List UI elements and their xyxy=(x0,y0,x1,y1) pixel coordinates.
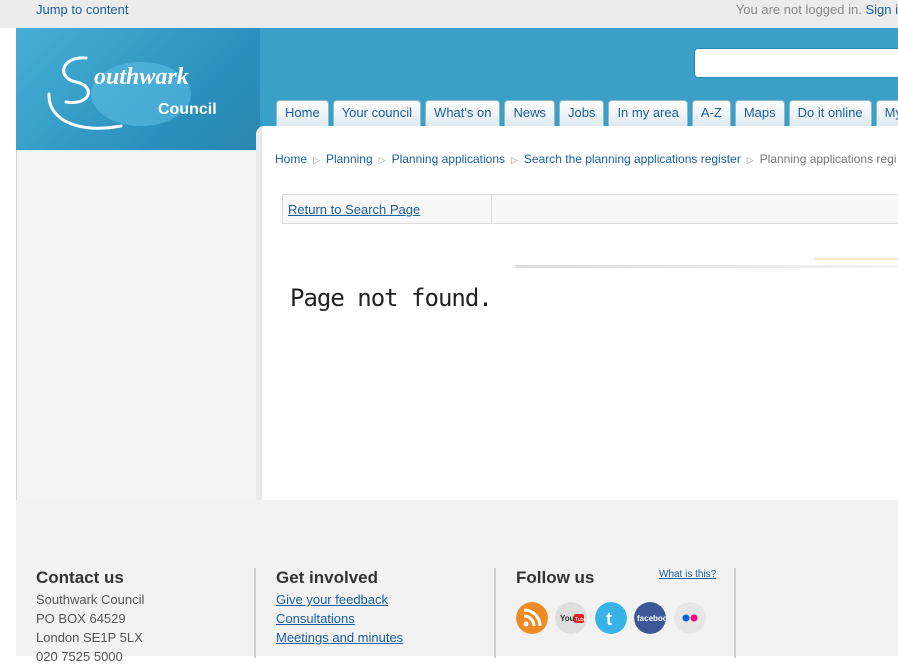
nav-my-account[interactable]: My xyxy=(875,100,898,126)
consultations-link[interactable]: Consultations xyxy=(276,611,486,626)
breadcrumb: Home ▷ Planning ▷ Planning applications ▷ Sear… xyxy=(275,152,896,166)
breadcrumb-separator-icon: ▷ xyxy=(746,155,754,165)
southwark-logo[interactable]: outhwark Council xyxy=(16,28,260,150)
nav-home[interactable]: Home xyxy=(276,100,329,126)
top-bar: Jump to content You are not logged in. S… xyxy=(0,0,898,28)
breadcrumb-home[interactable]: Home xyxy=(275,152,307,166)
breadcrumb-search-register[interactable]: Search the planning applications registe… xyxy=(524,152,741,166)
rss-icon[interactable] xyxy=(516,602,548,634)
breadcrumb-planning[interactable]: Planning xyxy=(326,152,373,166)
breadcrumb-separator-icon: ▷ xyxy=(378,155,386,165)
return-to-search-link[interactable]: Return to Search Page xyxy=(288,202,420,217)
svg-text:outhwark: outhwark xyxy=(94,64,189,90)
nav-news[interactable]: News xyxy=(504,100,555,126)
decorative-rule xyxy=(815,258,898,260)
footer-divider xyxy=(734,568,736,658)
give-feedback-link[interactable]: Give your feedback xyxy=(276,592,486,607)
nav-do-it-online[interactable]: Do it online xyxy=(788,100,872,126)
nav-your-council[interactable]: Your council xyxy=(332,100,422,126)
get-involved-heading: Get involved xyxy=(276,568,379,587)
what-is-this-link[interactable]: What is this? xyxy=(659,569,716,580)
breadcrumb-separator-icon: ▷ xyxy=(313,155,320,165)
return-cell: Return to Search Page xyxy=(283,195,492,223)
left-sidebar xyxy=(17,150,256,500)
footer-divider xyxy=(254,568,256,658)
contact-line: Southwark Council xyxy=(36,592,145,607)
facebook-icon[interactable]: facebook xyxy=(634,602,666,634)
flickr-icon[interactable] xyxy=(674,602,706,634)
main-content-panel xyxy=(256,126,898,500)
breadcrumb-separator-icon: ▷ xyxy=(511,155,518,165)
nav-a-z[interactable]: A-Z xyxy=(691,100,731,126)
southwark-council-logo-icon: outhwark Council xyxy=(47,56,217,130)
return-table: Return to Search Page xyxy=(282,194,898,224)
svg-text:Council: Council xyxy=(158,101,217,118)
jump-to-content-link[interactable]: Jump to content xyxy=(36,2,129,17)
footer-contact: Contact us Southwark Council PO BOX 6452… xyxy=(36,568,246,664)
svg-text:t: t xyxy=(606,609,612,629)
nav-whats-on[interactable]: What's on xyxy=(425,100,501,126)
contact-line: London SE1P 5LX xyxy=(36,630,143,645)
breadcrumb-current: Planning applications regi xyxy=(759,152,897,166)
login-status: You are not logged in. Sign i xyxy=(736,2,898,17)
youtube-icon[interactable]: You Tube xyxy=(555,602,587,634)
page-not-found-message: Page not found. xyxy=(290,284,493,312)
main-navigation: Home Your council What's on News Jobs In… xyxy=(276,100,898,126)
contact-line: PO BOX 64529 xyxy=(36,611,126,626)
breadcrumb-planning-applications[interactable]: Planning applications xyxy=(392,152,505,166)
nav-maps[interactable]: Maps xyxy=(734,100,785,126)
login-status-text: You are not logged in. xyxy=(735,2,862,17)
footer-divider xyxy=(494,568,496,658)
decorative-rule xyxy=(515,265,898,268)
meetings-minutes-link[interactable]: Meetings and minutes xyxy=(276,630,486,645)
twitter-icon[interactable]: t xyxy=(595,602,627,634)
footer-get-involved: Get involved Give your feedback Consulta… xyxy=(276,568,486,658)
site-search-input[interactable] xyxy=(694,48,898,78)
sign-in-link[interactable]: Sign i xyxy=(865,2,898,17)
svg-text:facebook: facebook xyxy=(637,614,666,623)
svg-text:Tube: Tube xyxy=(575,617,586,623)
contact-line: 020 7525 5000 xyxy=(36,649,123,664)
nav-in-my-area[interactable]: In my area xyxy=(608,100,688,126)
contact-heading: Contact us xyxy=(36,568,124,587)
svg-text:You: You xyxy=(560,614,575,623)
nav-jobs[interactable]: Jobs xyxy=(558,100,605,126)
